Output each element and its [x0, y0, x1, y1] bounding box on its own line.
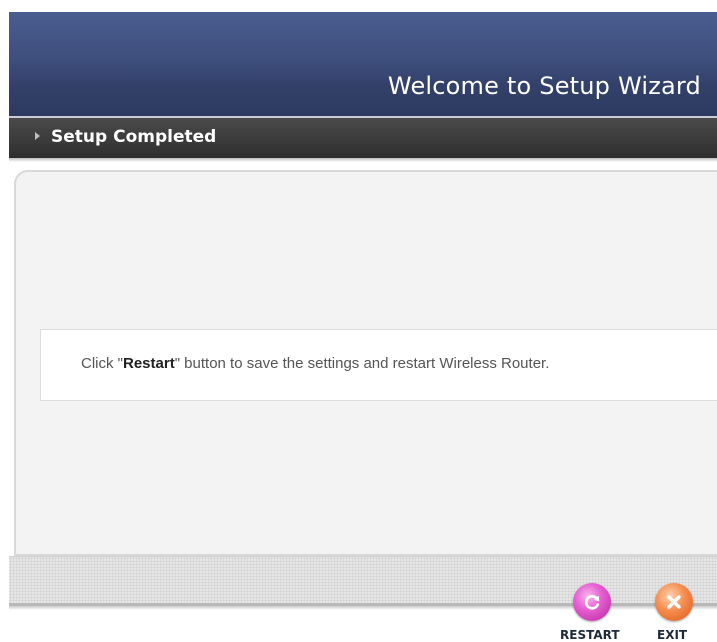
section-divider [9, 158, 717, 162]
refresh-icon[interactable] [573, 583, 611, 621]
message-suffix: " button to save the settings and restar… [174, 355, 550, 372]
message-box: Click "Restart" button to save the setti… [40, 329, 717, 401]
restart-label[interactable]: RESTART [560, 628, 620, 642]
message-prefix: Click " [81, 355, 123, 372]
close-icon[interactable] [655, 583, 693, 621]
section-header: Setup Completed [9, 118, 717, 158]
section-arrow-icon [35, 132, 40, 140]
restart-button[interactable]: RESTART [560, 583, 630, 642]
instruction-message: Click "Restart" button to save the setti… [81, 355, 549, 372]
message-emphasis: Restart [123, 355, 175, 372]
page-title: Welcome to Setup Wizard [387, 72, 701, 100]
exit-button[interactable]: EXIT [651, 583, 701, 642]
exit-label[interactable]: EXIT [657, 628, 687, 642]
section-title: Setup Completed [51, 127, 217, 147]
header-banner: Welcome to Setup Wizard [9, 12, 717, 116]
setup-wizard-page: Welcome to Setup Wizard Setup Completed … [0, 0, 717, 642]
